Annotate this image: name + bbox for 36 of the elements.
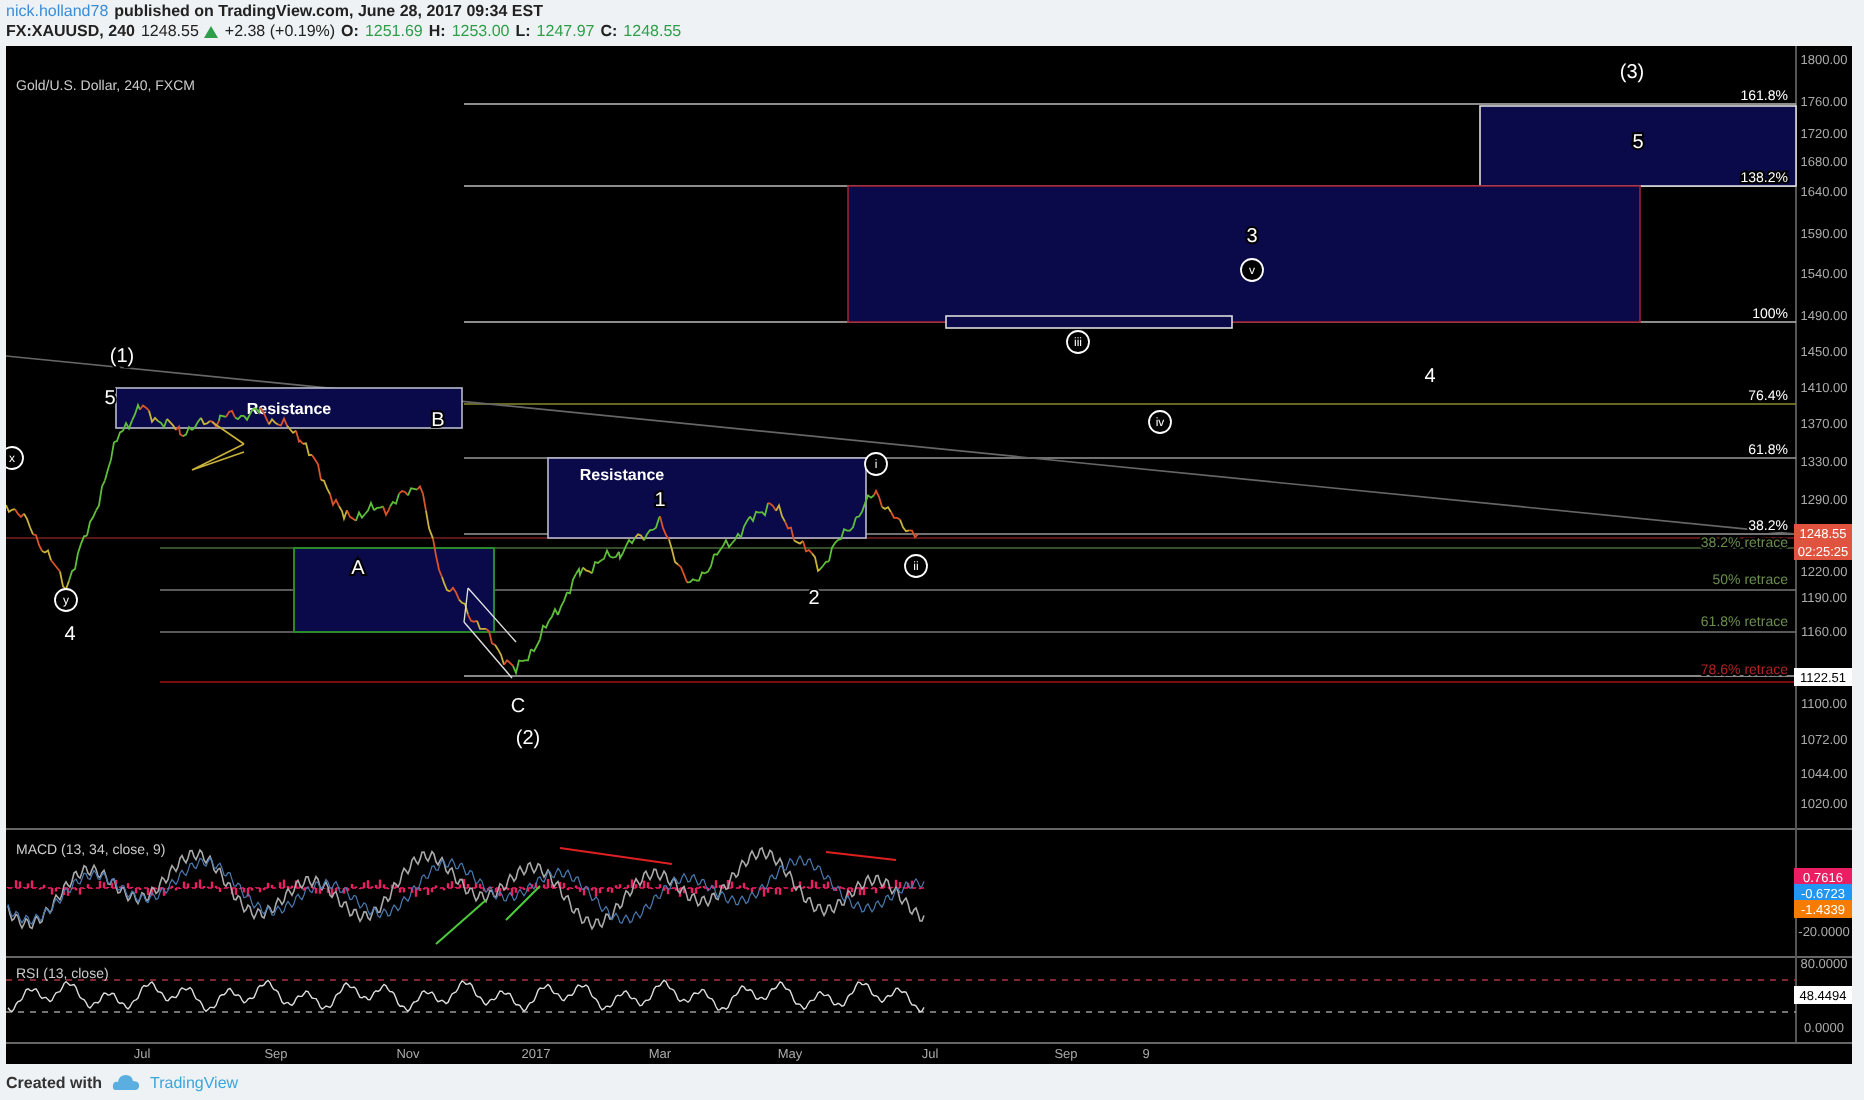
author-link[interactable]: nick.holland78: [6, 2, 109, 22]
divergence-line: [505, 885, 541, 921]
wave-label: B: [431, 410, 445, 432]
ohlc-label: L:: [515, 22, 531, 42]
wave-label: 4: [64, 624, 76, 646]
up-triangle-icon: [204, 26, 219, 38]
ohlc-label: C:: [600, 22, 618, 42]
wave-label: 4: [1424, 366, 1436, 388]
wave-label: (2): [515, 728, 541, 750]
ohlc-value: 1251.69: [364, 22, 423, 42]
last-price: 1248.55: [140, 22, 199, 42]
wedge-drawing: [191, 421, 245, 471]
ohlc-label: O:: [341, 22, 359, 42]
divergence-line: [435, 899, 487, 945]
wave-label: A: [351, 558, 365, 580]
wave-label: 2: [808, 588, 820, 610]
ohlc-value: 1253.00: [451, 22, 510, 42]
price-change: +2.38 (+0.19%): [224, 22, 336, 42]
wave-label: (1): [109, 346, 135, 368]
ohlc-value: 1248.55: [623, 22, 682, 42]
ohlc-value: 1247.97: [536, 22, 595, 42]
brand-link[interactable]: TradingView: [150, 1073, 239, 1091]
published-text: published on TradingView.com, June 28, 2017 09:34 EST: [114, 2, 543, 22]
created-with-text: Created with: [6, 1073, 103, 1091]
logo-icon: [112, 1073, 141, 1091]
wave-label: 3: [1246, 226, 1258, 248]
wave-label: C: [510, 696, 526, 718]
wave-label: 5: [104, 388, 116, 410]
wave-label: 5: [1632, 132, 1644, 154]
wave-label: 1: [654, 490, 666, 512]
divergence-line: [825, 851, 897, 861]
ohlc-label: H:: [428, 22, 446, 42]
symbol-text: FX:XAUUSD, 240: [6, 22, 135, 42]
divergence-line: [559, 847, 673, 865]
wave-label: (3): [1619, 62, 1645, 84]
channel-drawing: [463, 587, 517, 679]
